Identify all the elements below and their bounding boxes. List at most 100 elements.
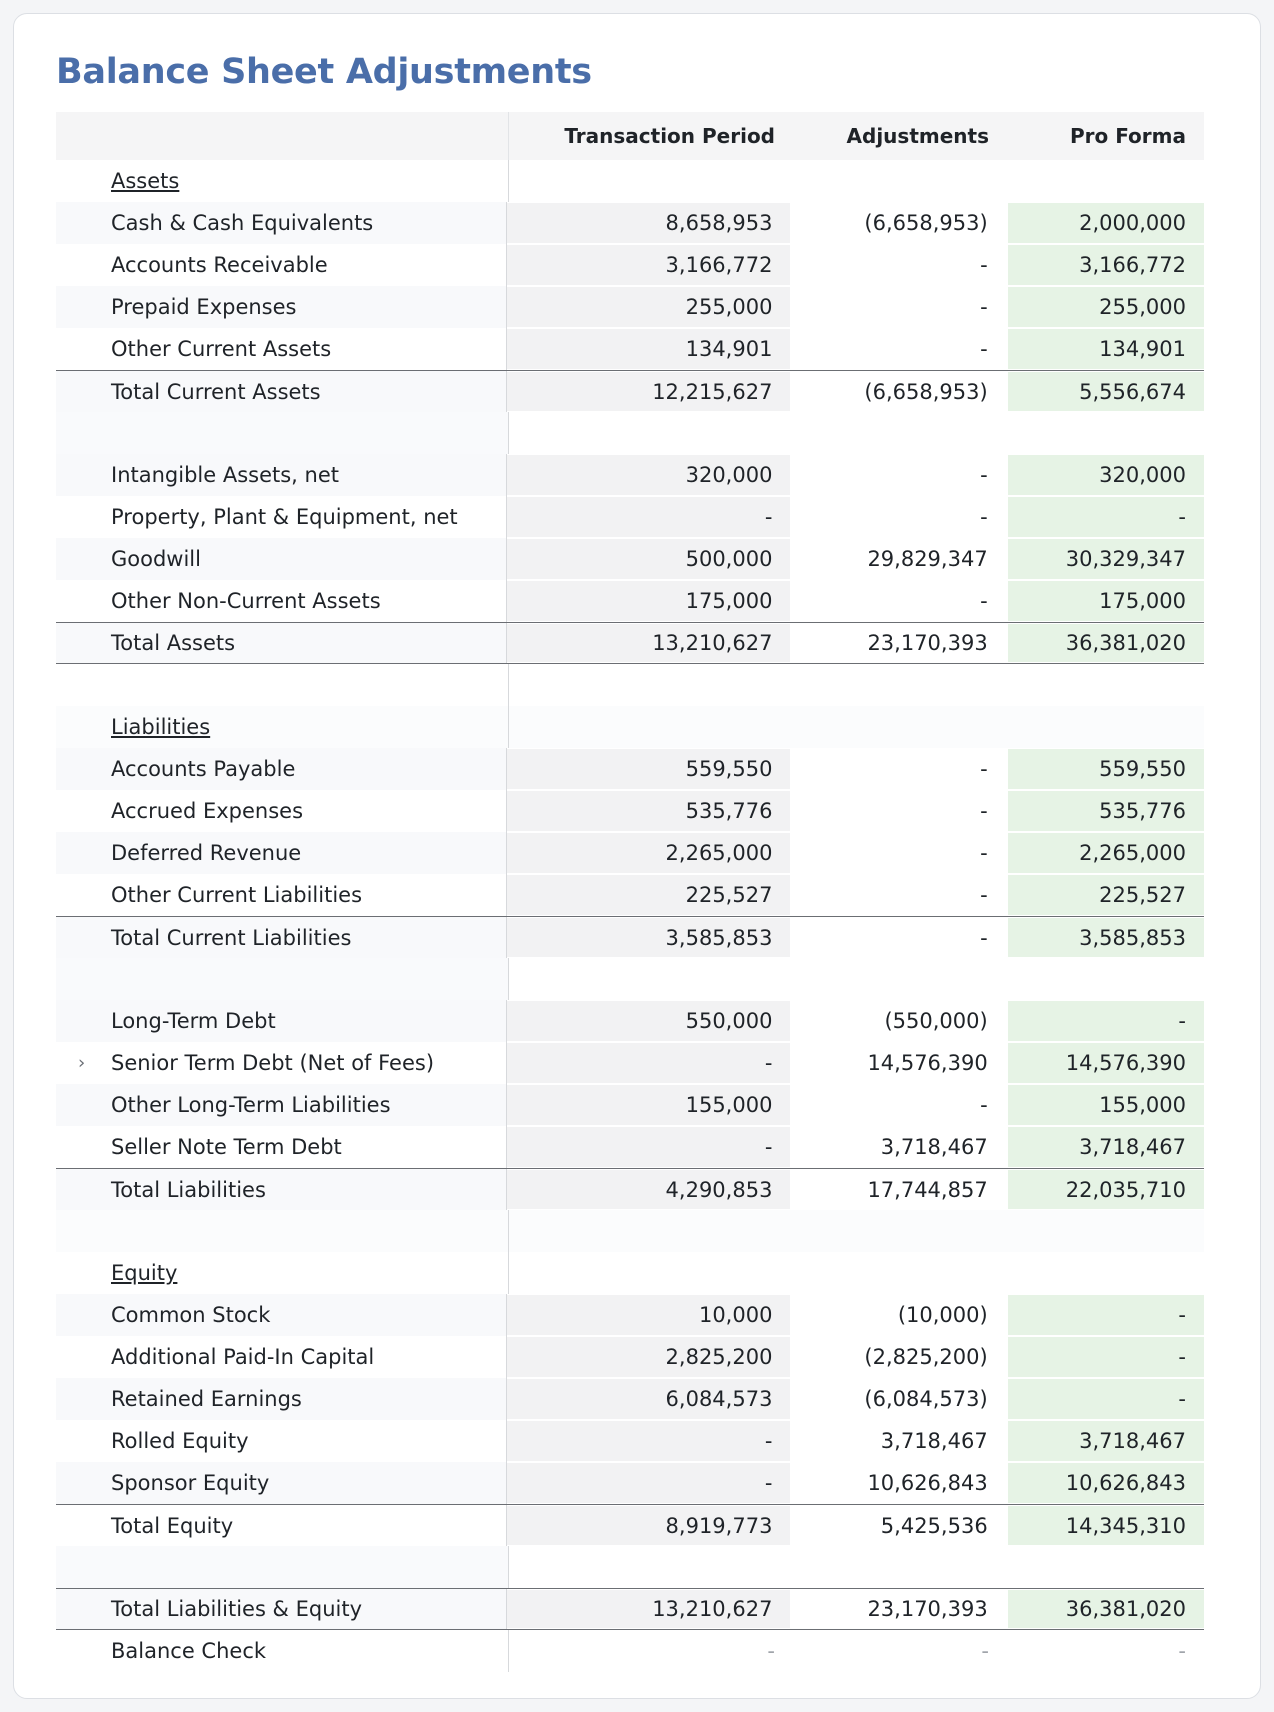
pro-forma-value: 22,035,710 xyxy=(1007,1170,1204,1209)
transaction-value: 3,585,853 xyxy=(507,918,791,957)
pro-forma-value: 559,550 xyxy=(1007,749,1204,789)
adjustment-value: - xyxy=(980,925,988,950)
section-assets: Assets xyxy=(56,160,1204,202)
table-header: Transaction Period Adjustments Pro Forma xyxy=(56,112,1204,160)
table-row: Cash & Cash Equivalents 8,658,953 (6,658… xyxy=(56,202,1204,244)
pro-forma-value: 30,329,347 xyxy=(1007,539,1204,579)
pro-forma-value: 2,265,000 xyxy=(1007,833,1204,873)
table-row: Intangible Assets, net 320,000 - 320,000 xyxy=(56,454,1204,496)
row-label: Accrued Expenses xyxy=(56,790,508,832)
pro-forma-value: 320,000 xyxy=(1007,455,1204,495)
pro-forma-value: 255,000 xyxy=(1007,287,1204,327)
table-row: Common Stock 10,000 (10,000) - xyxy=(56,1294,1204,1336)
pro-forma-value: 3,718,467 xyxy=(1007,1127,1204,1167)
adjustment-value: - xyxy=(980,253,988,277)
adjustment-value: - xyxy=(980,463,988,487)
transaction-value: - xyxy=(507,1127,791,1167)
adjustment-value: - xyxy=(980,1093,988,1117)
adjustment-value: 10,626,843 xyxy=(867,1471,988,1495)
row-label: Senior Term Debt (Net of Fees) xyxy=(111,1051,435,1075)
adjustment-value: 14,576,390 xyxy=(867,1051,988,1075)
pro-forma-value: - xyxy=(1007,1295,1204,1335)
spacer-row xyxy=(56,1210,1204,1252)
row-label: Sponsor Equity xyxy=(56,1462,508,1504)
transaction-value: 550,000 xyxy=(507,1001,791,1041)
total-row: Total Liabilities 4,290,853 17,744,857 2… xyxy=(56,1168,1204,1210)
row-label: Common Stock xyxy=(56,1294,508,1336)
pro-forma-value: 134,901 xyxy=(1007,329,1204,369)
transaction-value: - xyxy=(507,1043,791,1083)
table-row: Goodwill 500,000 29,829,347 30,329,347 xyxy=(56,538,1204,580)
transaction-value: 535,776 xyxy=(507,791,791,831)
expandable-row-senior-term-debt[interactable]: › Senior Term Debt (Net of Fees) - 14,57… xyxy=(56,1042,1204,1084)
transaction-value: 320,000 xyxy=(507,455,791,495)
row-label: Other Non-Current Assets xyxy=(56,580,508,622)
total-row: Total Liabilities & Equity 13,210,627 23… xyxy=(56,1588,1204,1630)
row-label: Total Current Liabilities xyxy=(56,917,508,958)
pro-forma-value: - xyxy=(1007,1001,1204,1041)
table-row: Additional Paid-In Capital 2,825,200 (2,… xyxy=(56,1336,1204,1378)
table-row: Property, Plant & Equipment, net - - - xyxy=(56,496,1204,538)
table-row: Accrued Expenses 535,776 - 535,776 xyxy=(56,790,1204,832)
row-label: Rolled Equity xyxy=(56,1420,508,1462)
table-row: Retained Earnings 6,084,573 (6,084,573) … xyxy=(56,1378,1204,1420)
section-label-liabilities: Liabilities xyxy=(111,715,211,739)
adjustment-value: (6,658,953) xyxy=(864,211,988,235)
adjustment-value: - xyxy=(980,337,988,361)
pro-forma-value: 14,345,310 xyxy=(1007,1506,1204,1545)
transaction-value: 225,527 xyxy=(507,875,791,915)
adjustment-value: (2,825,200) xyxy=(864,1345,988,1369)
pro-forma-value: 10,626,843 xyxy=(1007,1463,1204,1503)
chevron-right-icon[interactable]: › xyxy=(78,1053,85,1074)
table-row: Other Current Assets 134,901 - 134,901 xyxy=(56,328,1204,370)
balance-sheet-card: Balance Sheet Adjustments Transaction Pe… xyxy=(13,13,1261,1699)
table-row: Rolled Equity - 3,718,467 3,718,467 xyxy=(56,1420,1204,1462)
row-label: Cash & Cash Equivalents xyxy=(56,202,508,244)
pro-forma-value: 175,000 xyxy=(1007,581,1204,621)
pro-forma-value: 2,000,000 xyxy=(1007,203,1204,243)
transaction-value: 155,000 xyxy=(507,1085,791,1125)
row-label: Other Current Assets xyxy=(56,328,508,370)
total-row: Total Equity 8,919,773 5,425,536 14,345,… xyxy=(56,1504,1204,1546)
balance-sheet-table: Transaction Period Adjustments Pro Forma… xyxy=(56,112,1204,1672)
row-label: Accounts Payable xyxy=(56,748,508,790)
total-row: Total Current Assets 12,215,627 (6,658,9… xyxy=(56,370,1204,412)
row-label: Total Current Assets xyxy=(56,371,508,412)
transaction-value: - xyxy=(507,1421,791,1461)
transaction-value: 13,210,627 xyxy=(507,1590,791,1628)
spacer-row xyxy=(56,412,1204,454)
transaction-value: 175,000 xyxy=(507,581,791,621)
transaction-value: 3,166,772 xyxy=(507,245,791,285)
row-label: Total Liabilities xyxy=(56,1169,508,1210)
row-label: Total Equity xyxy=(56,1505,508,1546)
pro-forma-value: 36,381,020 xyxy=(1007,624,1204,662)
pro-forma-value: 225,527 xyxy=(1007,875,1204,915)
adjustment-value: - xyxy=(980,295,988,319)
transaction-value: - xyxy=(507,1463,791,1503)
row-label: Other Current Liabilities xyxy=(56,874,508,916)
pro-forma-value: 155,000 xyxy=(1007,1085,1204,1125)
adjustment-value: - xyxy=(980,505,988,529)
adjustment-value: - xyxy=(981,1639,989,1663)
transaction-value: 6,084,573 xyxy=(507,1379,791,1419)
total-row: Total Assets 13,210,627 23,170,393 36,38… xyxy=(56,622,1204,664)
pro-forma-value: 5,556,674 xyxy=(1007,372,1204,411)
section-liabilities: Liabilities xyxy=(56,706,1204,748)
row-label: Total Liabilities & Equity xyxy=(56,1589,508,1629)
transaction-value: 134,901 xyxy=(507,329,791,369)
row-label: Other Long-Term Liabilities xyxy=(56,1084,508,1126)
table-row: Other Current Liabilities 225,527 - 225,… xyxy=(56,874,1204,916)
row-label: Property, Plant & Equipment, net xyxy=(56,496,508,538)
page-title: Balance Sheet Adjustments xyxy=(56,52,592,92)
row-label: Total Assets xyxy=(56,623,508,663)
transaction-value: 8,919,773 xyxy=(507,1506,791,1545)
adjustment-value: (6,658,953) xyxy=(864,379,988,404)
transaction-value: 4,290,853 xyxy=(507,1170,791,1209)
adjustment-value: 17,744,857 xyxy=(867,1177,988,1202)
header-pro-forma: Pro Forma xyxy=(1069,124,1186,148)
section-label-equity: Equity xyxy=(111,1261,178,1285)
adjustment-value: 3,718,467 xyxy=(880,1429,988,1453)
row-label-cell[interactable]: › Senior Term Debt (Net of Fees) xyxy=(56,1042,508,1084)
adjustment-value: (10,000) xyxy=(897,1303,988,1327)
adjustment-value: (6,084,573) xyxy=(864,1387,988,1411)
